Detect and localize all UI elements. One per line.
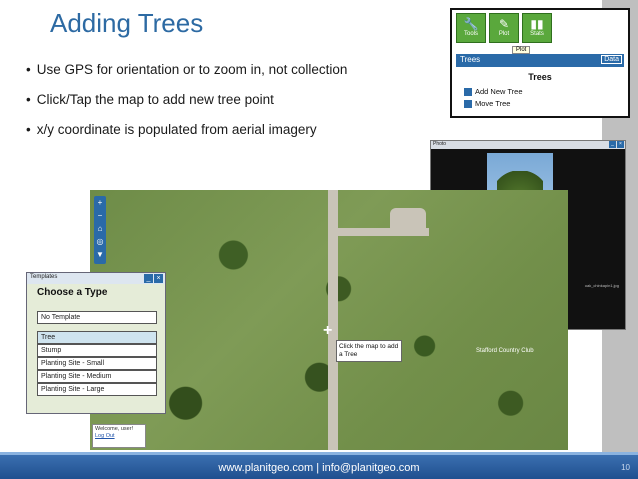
add-new-tree-button[interactable]: Add New Tree — [464, 87, 523, 97]
pencil-icon: ✎ — [498, 17, 510, 31]
locate-icon[interactable]: ◎ — [94, 235, 106, 248]
choose-type-heading: Choose a Type — [37, 287, 108, 298]
footer-text: www.planitgeo.com | info@planitgeo.com — [218, 462, 420, 474]
bullet-item: Click/Tap the map to add new tree point — [26, 92, 416, 107]
close-icon[interactable]: × — [154, 274, 163, 283]
stats-button[interactable]: ▮▮ Stats — [522, 13, 552, 43]
logout-link[interactable]: Log Out — [95, 433, 115, 439]
pencil-icon — [464, 88, 472, 97]
photo-filename: oak_chinkapin1.jpg — [584, 283, 619, 288]
stats-button-label: Stats — [530, 31, 544, 37]
move-tree-label: Move Tree — [475, 99, 511, 108]
trees-panel-title: Trees — [460, 55, 481, 64]
data-button[interactable]: Data — [601, 55, 622, 64]
photo-window-header: Photo _ × — [431, 141, 625, 149]
plot-tooltip: Plot — [512, 46, 531, 54]
toolbar-buttons: 🔧 Tools ✎ Plot ▮▮ Stats — [456, 13, 552, 43]
trees-panel-header: Trees Data — [456, 54, 624, 67]
expand-icon[interactable]: ▼ — [94, 248, 106, 261]
trees-heading: Trees — [528, 72, 552, 82]
templates-panel-header: Templates _ × — [27, 273, 165, 284]
page-number: 10 — [621, 463, 630, 472]
close-icon[interactable]: × — [617, 141, 624, 148]
move-icon — [464, 100, 472, 109]
map-navigation-bar: + − ⌂ ◎ ▼ — [94, 196, 106, 264]
bar-chart-icon: ▮▮ — [530, 17, 544, 31]
zoom-out-icon[interactable]: − — [94, 209, 106, 222]
tools-button[interactable]: 🔧 Tools — [456, 13, 486, 43]
place-label: Stafford Country Club — [476, 348, 534, 354]
plot-button[interactable]: ✎ Plot — [489, 13, 519, 43]
welcome-box: Welcome, user! Log Out — [92, 424, 146, 448]
photo-window-title: Photo — [433, 141, 447, 147]
minimize-icon[interactable]: _ — [609, 141, 616, 148]
map-tooltip: Click the map to add a Tree — [336, 340, 402, 362]
bullet-list: Use GPS for orientation or to zoom in, n… — [26, 62, 416, 152]
bullet-item: Use GPS for orientation or to zoom in, n… — [26, 62, 416, 77]
tools-button-label: Tools — [463, 31, 478, 37]
wrench-icon: 🔧 — [463, 17, 479, 31]
template-option-planting-large[interactable]: Planting Site - Large — [37, 383, 157, 396]
bullet-item: x/y coordinate is populated from aerial … — [26, 122, 416, 137]
template-option-planting-medium[interactable]: Planting Site - Medium — [37, 370, 157, 383]
templates-panel-title: Templates — [30, 274, 58, 280]
home-icon[interactable]: ⌂ — [94, 222, 106, 235]
move-tree-button[interactable]: Move Tree — [464, 99, 511, 109]
add-new-tree-label: Add New Tree — [475, 87, 523, 96]
crosshair-icon: + — [323, 322, 333, 339]
zoom-in-icon[interactable]: + — [94, 196, 106, 209]
slide-title: Adding Trees — [50, 8, 204, 38]
minimize-icon[interactable]: _ — [144, 274, 153, 283]
no-template-option[interactable]: No Template — [37, 311, 157, 324]
template-option-planting-small[interactable]: Planting Site - Small — [37, 357, 157, 370]
template-option-stump[interactable]: Stump — [37, 344, 157, 357]
welcome-text: Welcome, user! — [95, 426, 134, 432]
road — [390, 208, 426, 236]
templates-panel: Templates _ × Choose a Type No Template … — [26, 272, 166, 414]
toolbar-screenshot: 🔧 Tools ✎ Plot ▮▮ Stats Plot Trees Data … — [450, 8, 630, 118]
plot-button-label: Plot — [498, 31, 510, 37]
template-option-tree[interactable]: Tree — [37, 331, 157, 344]
